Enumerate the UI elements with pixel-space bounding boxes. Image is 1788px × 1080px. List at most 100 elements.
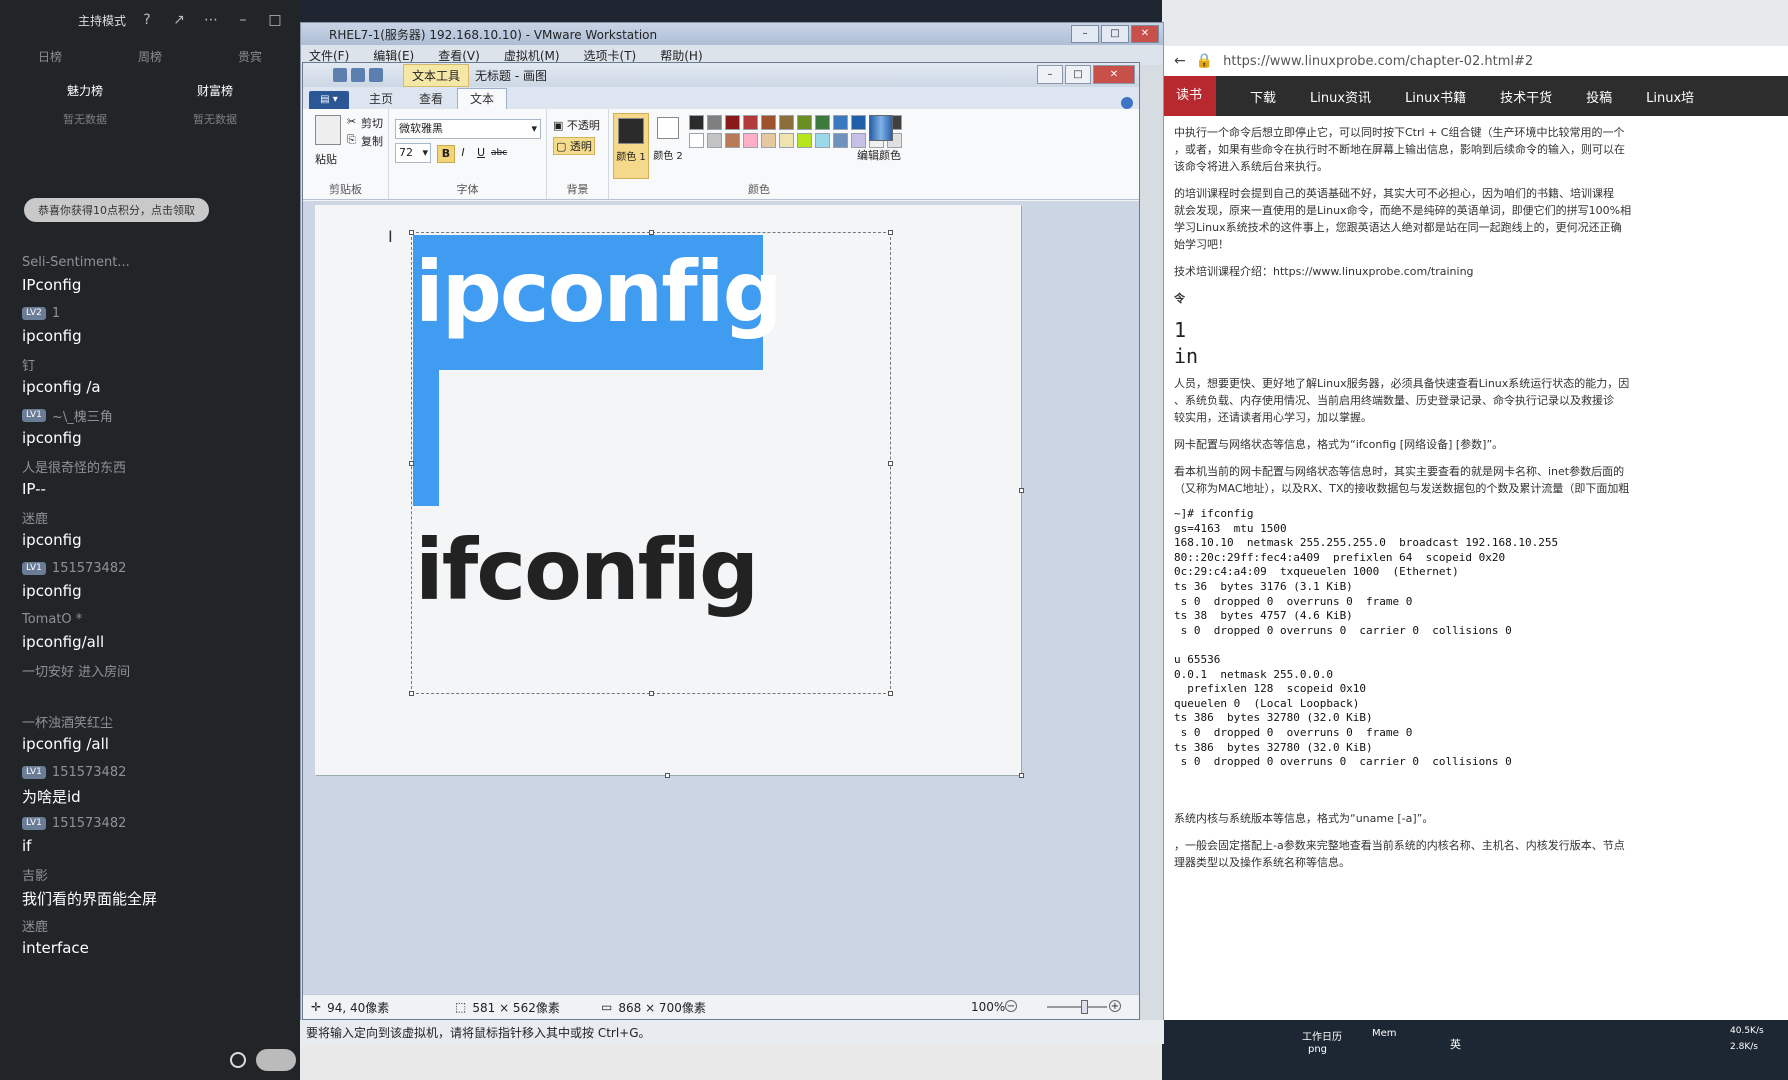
- tab-view[interactable]: 查看: [407, 89, 455, 109]
- menu-tabs[interactable]: 选项卡(T): [584, 47, 637, 64]
- zoom-out-button[interactable]: −: [1005, 1000, 1017, 1012]
- maximize-icon[interactable]: □: [264, 12, 286, 28]
- palette-swatch[interactable]: [689, 133, 704, 148]
- host-mode-label[interactable]: 主持模式: [78, 12, 126, 29]
- nav-training[interactable]: Linux培: [1646, 87, 1694, 106]
- nav-news[interactable]: Linux资讯: [1310, 87, 1371, 106]
- palette-swatch[interactable]: [815, 133, 830, 148]
- minimize-icon[interactable]: –: [1037, 65, 1063, 84]
- help-icon[interactable]: ?: [136, 12, 158, 28]
- tab-week[interactable]: 周榜: [138, 48, 162, 65]
- emoji-icon[interactable]: [230, 1052, 246, 1068]
- minimize-icon[interactable]: –: [232, 12, 254, 28]
- palette-swatch[interactable]: [779, 115, 794, 130]
- chat-username[interactable]: 吉影: [22, 864, 292, 884]
- maximize-icon[interactable]: □: [1065, 65, 1091, 84]
- chat-username[interactable]: TomatO *: [22, 609, 292, 629]
- help-icon[interactable]: [1121, 97, 1133, 109]
- training-link[interactable]: 技术培训课程介绍：https://www.linuxprobe.com/trai…: [1174, 263, 1776, 280]
- tab-day[interactable]: 日榜: [38, 48, 62, 65]
- palette-swatch[interactable]: [743, 133, 758, 148]
- palette-swatch[interactable]: [851, 133, 866, 148]
- transparent-button[interactable]: ▢ 透明: [553, 137, 595, 155]
- palette-swatch[interactable]: [725, 133, 740, 148]
- chat-username[interactable]: 迷鹿: [22, 507, 292, 527]
- file-menu-button[interactable]: ▤ ▾: [309, 91, 349, 109]
- palette-swatch[interactable]: [707, 133, 722, 148]
- chat-username[interactable]: 一切安好 进入房间: [22, 660, 292, 680]
- zoom-slider-track[interactable]: [1047, 1006, 1107, 1008]
- menu-edit[interactable]: 编辑(E): [373, 47, 414, 64]
- nav-submit[interactable]: 投稿: [1586, 87, 1612, 106]
- canvas-resize-handle[interactable]: [1019, 488, 1024, 493]
- italic-button[interactable]: I: [455, 145, 471, 161]
- save-icon[interactable]: [333, 68, 347, 82]
- chat-username[interactable]: Seli-Sentiment...: [22, 252, 292, 272]
- resize-handle[interactable]: [649, 691, 654, 696]
- palette-swatch[interactable]: [779, 133, 794, 148]
- chat-username[interactable]: LV2 1: [22, 303, 292, 323]
- palette-swatch[interactable]: [707, 115, 722, 130]
- popout-icon[interactable]: ↗: [168, 12, 190, 28]
- nav-read[interactable]: 读书: [1162, 76, 1217, 116]
- nav-download[interactable]: 下载: [1250, 87, 1276, 106]
- copy-button[interactable]: 复制: [361, 133, 383, 149]
- copy-icon[interactable]: ⎘: [347, 133, 356, 147]
- menu-file[interactable]: 文件(F): [309, 47, 349, 64]
- paste-icon[interactable]: [315, 115, 341, 145]
- tab-text[interactable]: 文本: [457, 88, 508, 109]
- resize-handle[interactable]: [409, 230, 414, 235]
- color1-button[interactable]: 颜色 1: [613, 113, 649, 179]
- nav-books[interactable]: Linux书籍: [1405, 87, 1466, 106]
- zoom-slider-thumb[interactable]: [1081, 1000, 1088, 1014]
- desktop-mem-label[interactable]: Mem: [1372, 1028, 1397, 1039]
- undo-icon[interactable]: [351, 68, 365, 82]
- zoom-in-button[interactable]: +: [1109, 1000, 1121, 1012]
- menu-help[interactable]: 帮助(H): [660, 47, 702, 64]
- edit-colors-icon[interactable]: [869, 115, 893, 141]
- resize-handle[interactable]: [888, 691, 893, 696]
- resize-handle[interactable]: [888, 461, 893, 466]
- tab-vip[interactable]: 贵宾: [238, 48, 262, 65]
- palette-swatch[interactable]: [689, 115, 704, 130]
- charm-rank[interactable]: 魅力榜: [67, 82, 103, 99]
- palette-swatch[interactable]: [797, 115, 812, 130]
- palette-swatch[interactable]: [761, 133, 776, 148]
- paste-button[interactable]: 粘贴: [315, 151, 337, 167]
- url-field[interactable]: https://www.linuxprobe.com/chapter-02.ht…: [1223, 54, 1533, 69]
- maximize-icon[interactable]: □: [1101, 25, 1129, 43]
- cut-button[interactable]: 剪切: [361, 115, 383, 131]
- chat-username[interactable]: LV1 151573482: [22, 762, 292, 782]
- resize-handle[interactable]: [409, 461, 414, 466]
- redo-icon[interactable]: [369, 68, 383, 82]
- close-icon[interactable]: ✕: [1131, 25, 1159, 43]
- text-selection-box[interactable]: [409, 230, 893, 696]
- opaque-button[interactable]: ▣ 不透明: [553, 117, 600, 133]
- font-size-select[interactable]: 72 ▾: [395, 143, 431, 163]
- chat-username[interactable]: 迷鹿: [22, 915, 292, 935]
- chat-username[interactable]: LV1 ~\_槐三角: [22, 405, 292, 425]
- palette-swatch[interactable]: [743, 115, 758, 130]
- bold-button[interactable]: B: [437, 145, 455, 163]
- settings-icon[interactable]: ⋯: [200, 12, 222, 28]
- menu-vm[interactable]: 虚拟机(M): [504, 47, 560, 64]
- wealth-rank[interactable]: 财富榜: [197, 82, 233, 99]
- palette-swatch[interactable]: [833, 133, 848, 148]
- palette-swatch[interactable]: [833, 115, 848, 130]
- palette-swatch[interactable]: [797, 133, 812, 148]
- drawing-canvas[interactable]: ipconfig ifconfig: [315, 205, 1024, 778]
- palette-swatch[interactable]: [761, 115, 776, 130]
- send-button[interactable]: [256, 1049, 296, 1071]
- tab-home[interactable]: 主页: [357, 89, 405, 109]
- cut-icon[interactable]: ✂: [347, 115, 356, 128]
- minimize-icon[interactable]: –: [1071, 25, 1099, 43]
- font-family-select[interactable]: 微软雅黑 ▾: [395, 119, 541, 139]
- points-toast[interactable]: 恭喜你获得10点积分，点击领取: [24, 198, 209, 222]
- resize-handle[interactable]: [888, 230, 893, 235]
- underline-button[interactable]: U: [473, 145, 489, 161]
- menu-view[interactable]: 查看(V): [438, 47, 480, 64]
- palette-swatch[interactable]: [815, 115, 830, 130]
- palette-swatch[interactable]: [851, 115, 866, 130]
- chat-username[interactable]: LV1 151573482: [22, 558, 292, 578]
- resize-handle[interactable]: [409, 691, 414, 696]
